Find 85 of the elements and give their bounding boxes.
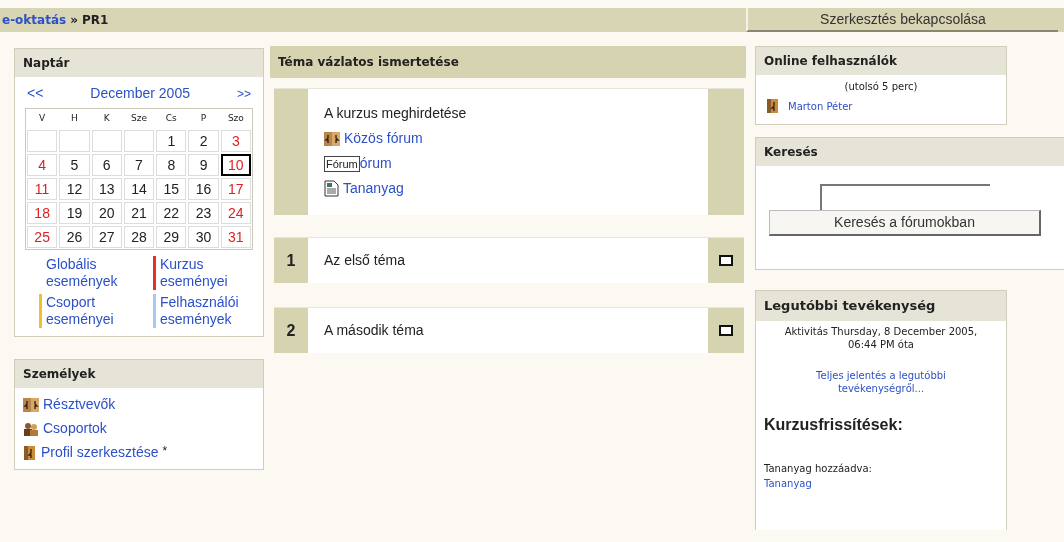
square-icon[interactable] — [719, 325, 733, 336]
block-title: Naptár — [15, 49, 263, 77]
people-link[interactable]: Résztvevők — [43, 394, 116, 415]
person-icon — [766, 98, 780, 114]
breadcrumb-text: PR1 — [81, 12, 109, 29]
calendar-day[interactable]: 24 — [220, 202, 251, 224]
block-title: Személyek — [15, 360, 263, 388]
calendar-day[interactable]: 14 — [123, 178, 155, 200]
month-link[interactable]: December 2005 — [90, 83, 190, 104]
block-title: Legutóbbi tevékenység — [756, 291, 1006, 321]
weekday-label: H — [70, 112, 79, 126]
calendar-day[interactable]: 4 — [27, 154, 58, 176]
calendar-day[interactable]: 28 — [123, 226, 155, 248]
document-icon — [324, 180, 339, 197]
activity-link[interactable]: órum — [359, 153, 392, 174]
calendar-day[interactable]: 19 — [59, 202, 90, 224]
calendar-day[interactable]: 9 — [188, 154, 219, 176]
calendar-day[interactable]: 2 — [188, 130, 219, 152]
time-window-note: (utolsó 5 perc) — [843, 80, 919, 94]
breadcrumb-text: » — [70, 12, 78, 29]
section-summary: A kurzus meghirdetése — [324, 104, 468, 123]
tooltip: Fórum — [324, 155, 360, 172]
calendar-day[interactable]: 10 — [220, 154, 251, 176]
legend-link[interactable]: Globális események — [46, 256, 139, 290]
calendar-day[interactable]: 8 — [156, 154, 187, 176]
block-title: Keresés — [756, 138, 1064, 166]
calendar-day[interactable]: 7 — [123, 154, 155, 176]
calendar-day[interactable]: 26 — [59, 226, 90, 248]
weekday-label: P — [199, 112, 208, 126]
calendar-day[interactable]: 12 — [59, 178, 90, 200]
faces-icon — [324, 130, 340, 147]
section-number: 2 — [285, 320, 297, 341]
calendar-day[interactable]: 18 — [27, 202, 58, 224]
calendar-day[interactable]: 31 — [220, 226, 251, 248]
calendar-day[interactable]: 22 — [156, 202, 187, 224]
people-link[interactable]: Profil szerkesztése — [41, 442, 159, 463]
asterisk-mark: * — [162, 443, 168, 460]
weekday-label: Szo — [226, 112, 245, 126]
calendar-day[interactable]: 17 — [220, 178, 251, 200]
person-icon — [23, 444, 37, 461]
block-title: Online felhasználók — [756, 47, 1006, 75]
activity-since-text: Aktivitás Thursday, 8 December 2005, 06:44 PM óta — [783, 325, 979, 351]
calendar-day[interactable]: 16 — [188, 178, 219, 200]
calendar-day[interactable]: 21 — [123, 202, 155, 224]
next-month-link[interactable]: >> — [237, 84, 251, 103]
update-link[interactable]: Tananyag — [764, 476, 998, 491]
weekday-label: Cs — [164, 112, 178, 126]
calendar-day[interactable]: 25 — [27, 226, 58, 248]
section-title: A második téma — [308, 308, 708, 353]
calendar-day[interactable]: 15 — [156, 178, 187, 200]
activity-link[interactable]: Tananyag — [343, 178, 404, 199]
calendar-day[interactable]: 27 — [91, 226, 122, 248]
calendar-day[interactable]: 20 — [91, 202, 122, 224]
group-icon — [23, 420, 39, 437]
calendar-day[interactable]: 5 — [59, 154, 90, 176]
edit-mode-button[interactable]: Szerkesztés bekapcsolása — [746, 8, 1058, 32]
weekday-label: V — [38, 112, 47, 126]
section-title: Az első téma — [308, 238, 708, 283]
full-report-link[interactable]: Teljes jelentés a legutóbbi tevékenységről... — [806, 369, 956, 395]
calendar-day[interactable]: 3 — [220, 130, 251, 152]
calendar-day[interactable]: 1 — [156, 130, 187, 152]
weekday-label: K — [102, 112, 111, 126]
section-number: 1 — [285, 250, 297, 271]
breadcrumb-link[interactable]: e-oktatás — [2, 11, 67, 29]
activity-link[interactable]: Közös fórum — [344, 128, 423, 149]
calendar-day[interactable]: 29 — [156, 226, 187, 248]
weekday-label: Sze — [130, 112, 148, 126]
legend-link[interactable]: Felhasználói események — [160, 294, 253, 328]
faces-icon — [23, 396, 39, 413]
calendar-day[interactable]: 6 — [91, 154, 122, 176]
user-link[interactable]: Marton Péter — [788, 98, 853, 114]
updates-heading: Kurzusfrissítések: — [764, 415, 904, 435]
calendar-day[interactable]: 30 — [188, 226, 219, 248]
calendar-day[interactable]: 23 — [188, 202, 219, 224]
legend-link[interactable]: Kurzus eseményei — [160, 256, 253, 290]
square-icon[interactable] — [719, 255, 733, 266]
calendar-day[interactable]: 13 — [91, 178, 122, 200]
section-header: Téma vázlatos ismertetése — [270, 46, 746, 78]
previous-month-link[interactable]: << — [27, 83, 44, 104]
legend-link[interactable]: Csoport eseményei — [46, 294, 139, 328]
update-label: Tananyag hozzáadva: — [764, 462, 873, 476]
calendar-day[interactable]: 11 — [27, 178, 58, 200]
search-field[interactable] — [820, 184, 990, 210]
search-forums-button[interactable]: Keresés a fórumokban — [769, 210, 1041, 236]
people-link[interactable]: Csoportok — [43, 418, 107, 439]
